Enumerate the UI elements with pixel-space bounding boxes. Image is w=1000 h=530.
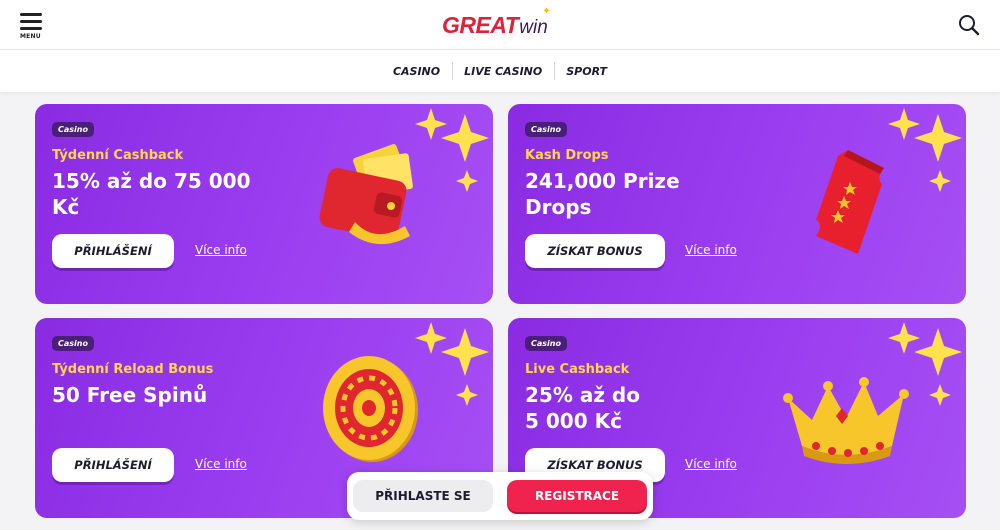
promo-title: 50 Free Spinů bbox=[52, 382, 282, 408]
promo-title-line2: Drops bbox=[525, 195, 592, 219]
promo-title-line1: 50 Free Spinů bbox=[52, 383, 208, 407]
logo[interactable]: GREAT win ✦ bbox=[442, 6, 551, 39]
category-nav: CASINO LIVE CASINO SPORT bbox=[0, 50, 1000, 92]
login-button[interactable]: PŘIHLÁŠENÍ bbox=[52, 448, 174, 482]
register-button[interactable]: REGISTRACE bbox=[507, 480, 647, 512]
menu-button[interactable]: MENU bbox=[20, 13, 44, 40]
site-header: MENU GREAT win ✦ bbox=[0, 0, 1000, 50]
promo-title: 15% až do 75 000 Kč bbox=[52, 168, 282, 220]
more-info-link[interactable]: Více info bbox=[195, 457, 247, 471]
promo-title-line1: 15% až do 75 000 bbox=[52, 169, 251, 193]
promo-card-weekly-cashback: Casino Týdenní Cashback 15% až do 75 000… bbox=[35, 104, 493, 304]
nav-item-sport[interactable]: SPORT bbox=[554, 61, 619, 80]
search-icon bbox=[959, 15, 980, 36]
sparkles-icon bbox=[888, 108, 962, 192]
auth-bar: PŘIHLASTE SE REGISTRACE bbox=[347, 472, 653, 520]
category-badge: Casino bbox=[525, 122, 567, 137]
logo-sparkle-icon: ✦ bbox=[542, 6, 551, 17]
nav-item-casino[interactable]: CASINO bbox=[381, 65, 452, 78]
more-info-link[interactable]: Více info bbox=[195, 243, 247, 257]
promo-title: 241,000 Prize Drops bbox=[525, 168, 755, 220]
hamburger-icon-bar bbox=[20, 27, 42, 30]
category-badge: Casino bbox=[52, 122, 94, 137]
promo-title-line1: 241,000 Prize bbox=[525, 169, 680, 193]
promo-title-line1: 25% až do bbox=[525, 383, 640, 407]
logo-great: GREAT bbox=[442, 12, 519, 38]
sparkles-icon bbox=[888, 322, 962, 406]
sparkles-icon bbox=[415, 322, 489, 406]
login-button[interactable]: PŘIHLÁŠENÍ bbox=[52, 234, 174, 268]
more-info-link[interactable]: Více info bbox=[685, 457, 737, 471]
search-button[interactable] bbox=[958, 14, 980, 36]
promo-title-line2: Kč bbox=[52, 195, 80, 219]
promo-subtitle: Týdenní Reload Bonus bbox=[52, 362, 214, 377]
promo-card-kash-drops: Casino Kash Drops 241,000 Prize Drops ZÍ… bbox=[508, 104, 966, 304]
menu-label: MENU bbox=[20, 33, 41, 40]
promo-subtitle: Kash Drops bbox=[525, 148, 609, 163]
category-badge: Casino bbox=[525, 336, 567, 351]
hamburger-icon-bar bbox=[20, 20, 42, 23]
hamburger-icon bbox=[20, 13, 42, 16]
promo-title: 25% až do 5 000 Kč bbox=[525, 382, 755, 434]
sign-in-button[interactable]: PŘIHLASTE SE bbox=[353, 480, 493, 512]
promo-title-line2: 5 000 Kč bbox=[525, 409, 622, 433]
more-info-link[interactable]: Více info bbox=[685, 243, 737, 257]
promo-subtitle: Live Cashback bbox=[525, 362, 630, 377]
get-bonus-button[interactable]: ZÍSKAT BONUS bbox=[525, 234, 665, 268]
sparkles-icon bbox=[415, 108, 489, 192]
nav-item-live-casino[interactable]: LIVE CASINO bbox=[452, 61, 554, 80]
promo-subtitle: Týdenní Cashback bbox=[52, 148, 184, 163]
logo-win: win bbox=[519, 17, 548, 38]
category-badge: Casino bbox=[52, 336, 94, 351]
